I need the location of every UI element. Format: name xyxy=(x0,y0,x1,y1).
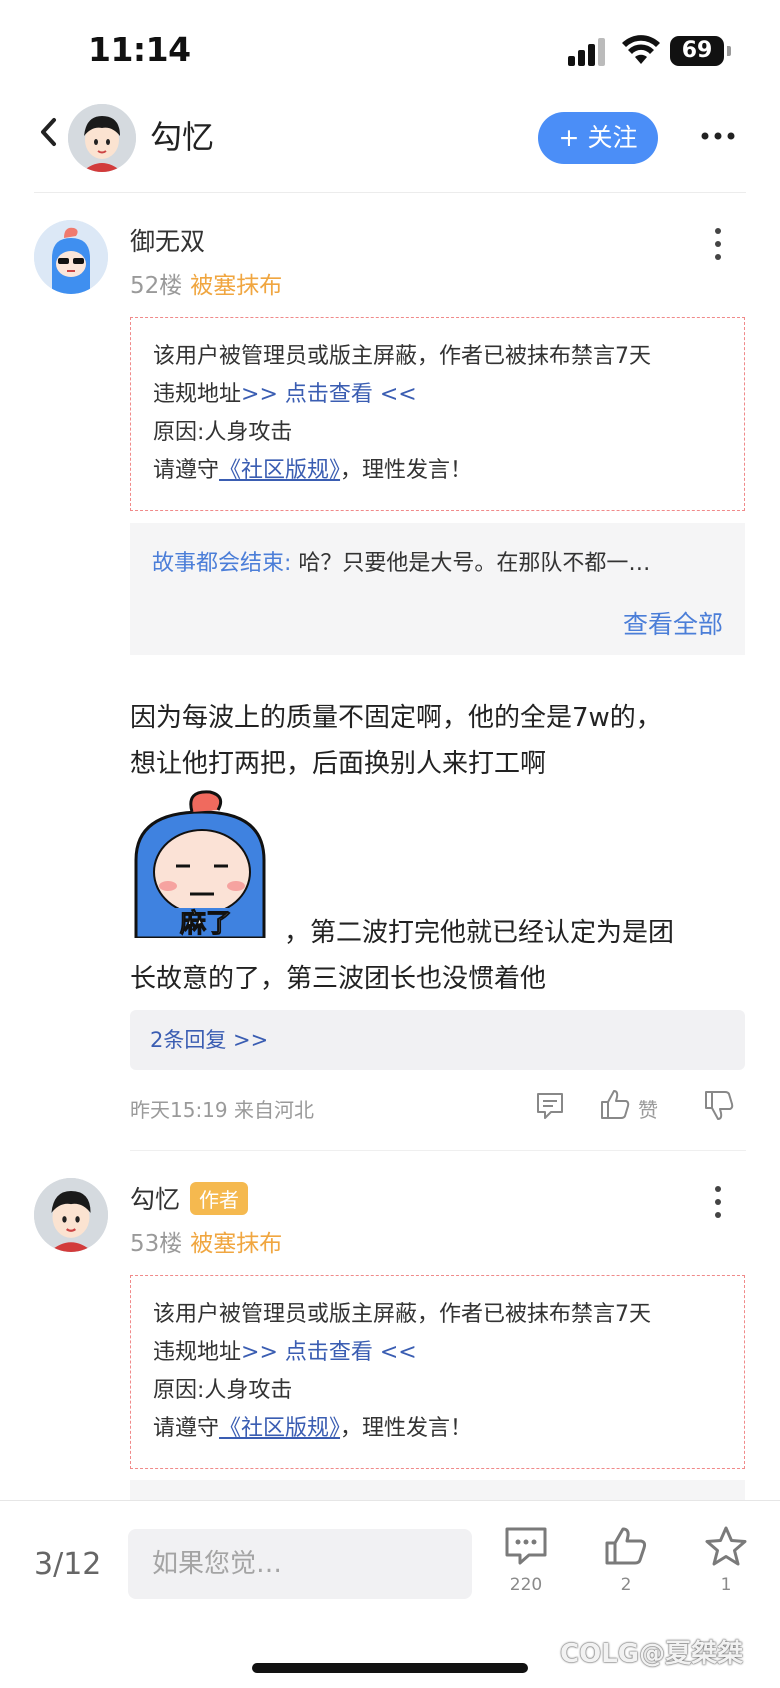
likes-count: 2 xyxy=(620,1575,632,1595)
comment-bubble-icon xyxy=(505,1527,547,1565)
post-author-name[interactable]: 勾忆 xyxy=(130,1180,180,1216)
post-author-row: 勾忆 作者 xyxy=(130,1180,249,1216)
post-more-icon[interactable] xyxy=(712,1186,724,1224)
like-label[interactable]: 赞 xyxy=(638,1094,658,1123)
quote-user[interactable]: 故事都会结束: xyxy=(152,551,291,576)
notice-line: 违规地址>> 点击查看 << xyxy=(153,376,722,414)
header-avatar[interactable] xyxy=(68,104,136,172)
wifi-icon xyxy=(622,35,660,64)
status-time: 11:14 xyxy=(88,30,191,69)
notice-label: ，理性发言！ xyxy=(340,458,473,483)
post-body-line: ，第二波打完他就已经认定为是团 xyxy=(284,918,675,948)
post-floor-row: 53楼 被塞抹布 xyxy=(130,1224,282,1258)
boy-avatar-icon xyxy=(34,1178,108,1252)
notice-line: 请遵守《社区版规》，理性发言！ xyxy=(153,452,722,490)
battery-cap xyxy=(727,46,731,56)
thumbs-down-icon[interactable] xyxy=(702,1088,736,1122)
page-indicator[interactable]: 3/12 xyxy=(34,1547,101,1582)
ban-status: 被塞抹布 xyxy=(190,273,283,299)
cellular-signal-icon xyxy=(568,38,608,66)
notice-line: 请遵守《社区版规》，理性发言！ xyxy=(153,1410,722,1448)
comment-icon[interactable] xyxy=(534,1090,566,1122)
post-divider xyxy=(130,1150,746,1151)
view-violation-link[interactable]: >> 点击查看 << xyxy=(241,382,417,407)
post-body-line: 长故意的了，第三波团长也没惯着他 xyxy=(130,964,547,994)
sticker-mascot-icon: 麻了 xyxy=(134,790,266,940)
notice-label: 违规地址 xyxy=(153,382,242,407)
community-rules-link[interactable]: 《社区版规》 xyxy=(219,1416,340,1441)
view-violation-link[interactable]: >> 点击查看 << xyxy=(241,1340,417,1365)
home-indicator[interactable] xyxy=(252,1663,528,1673)
post-author-name[interactable]: 御无双 xyxy=(130,222,205,258)
back-arrow-icon[interactable] xyxy=(34,112,64,152)
quote-content: 哈？只要他是大号。在那队不都一… xyxy=(291,551,651,576)
community-rules-link[interactable]: 《社区版规》 xyxy=(219,458,340,483)
comments-button[interactable]: 220 xyxy=(496,1525,556,1595)
ban-notice: 该用户被管理员或版主屏蔽，作者已被抹布禁言7天 违规地址>> 点击查看 << 原… xyxy=(130,1275,745,1469)
floor-number: 52楼 xyxy=(130,273,183,299)
star-icon xyxy=(705,1526,747,1566)
replies-link[interactable]: 2条回复 >> xyxy=(130,1010,745,1070)
quote-text: 故事都会结束: 哈？只要他是大号。在那队不都一… xyxy=(152,545,723,577)
ban-status: 被塞抹布 xyxy=(190,1231,283,1257)
favorite-button[interactable]: 1 xyxy=(696,1525,756,1595)
follow-button[interactable]: + 关注 xyxy=(538,112,658,164)
post-body-line: 因为每波上的质量不固定啊，他的全是7w的， xyxy=(130,703,662,733)
sticker-caption: 麻了 xyxy=(179,909,232,938)
notice-line: 该用户被管理员或版主屏蔽，作者已被抹布禁言7天 xyxy=(153,1302,651,1327)
thumbs-up-icon[interactable] xyxy=(598,1088,632,1122)
notice-label: 请遵守 xyxy=(153,1416,220,1441)
notice-label: ，理性发言！ xyxy=(340,1416,473,1441)
like-button[interactable]: 2 xyxy=(596,1525,656,1595)
post-floor-row: 52楼 被塞抹布 xyxy=(130,266,282,300)
notice-line: 违规地址>> 点击查看 << xyxy=(153,1334,722,1372)
more-options-icon[interactable] xyxy=(700,126,736,146)
post-avatar[interactable] xyxy=(34,220,108,294)
thumbs-up-icon xyxy=(605,1527,647,1565)
view-all-link[interactable]: 查看全部 xyxy=(623,605,723,641)
sticker-image[interactable]: 麻了 xyxy=(130,790,270,940)
quote-box[interactable]: 故事都会结束: 哈？只要他是大号。在那队不都一… 查看全部 xyxy=(130,523,745,655)
post-body: 因为每波上的质量不固定啊，他的全是7w的， 想让他打两把，后面换别人来打工啊 xyxy=(130,695,750,787)
header-username: 勾忆 xyxy=(150,118,215,156)
post-body-line: 想让他打两把，后面换别人来打工啊 xyxy=(130,749,547,779)
floor-number: 53楼 xyxy=(130,1231,183,1257)
bottom-bar: 3/12 220 2 1 COLG@夏桀桀 xyxy=(0,1500,780,1688)
notice-line: 该用户被管理员或版主屏蔽，作者已被抹布禁言7天 xyxy=(153,344,651,369)
boy-avatar-icon xyxy=(68,104,136,172)
blue-mascot-avatar-icon xyxy=(34,220,108,294)
author-badge: 作者 xyxy=(190,1181,249,1215)
status-bar: 11:14 69 xyxy=(0,0,780,100)
watermark: COLG@夏桀桀 xyxy=(560,1639,744,1669)
battery-icon: 69 xyxy=(670,36,724,66)
reply-input[interactable] xyxy=(128,1529,472,1599)
post-more-icon[interactable] xyxy=(712,228,724,266)
ban-notice: 该用户被管理员或版主屏蔽，作者已被抹布禁言7天 违规地址>> 点击查看 << 原… xyxy=(130,317,745,511)
notice-line: 原因:人身攻击 xyxy=(153,420,293,445)
favorites-count: 1 xyxy=(720,1575,732,1595)
post-author-row: 御无双 xyxy=(130,222,205,258)
post-avatar[interactable] xyxy=(34,1178,108,1252)
post-meta: 昨天15:19 来自河北 xyxy=(130,1098,314,1122)
header-divider xyxy=(34,192,746,193)
notice-line: 原因:人身攻击 xyxy=(153,1378,293,1403)
comments-count: 220 xyxy=(509,1575,543,1595)
notice-label: 请遵守 xyxy=(153,458,220,483)
notice-label: 违规地址 xyxy=(153,1340,242,1365)
